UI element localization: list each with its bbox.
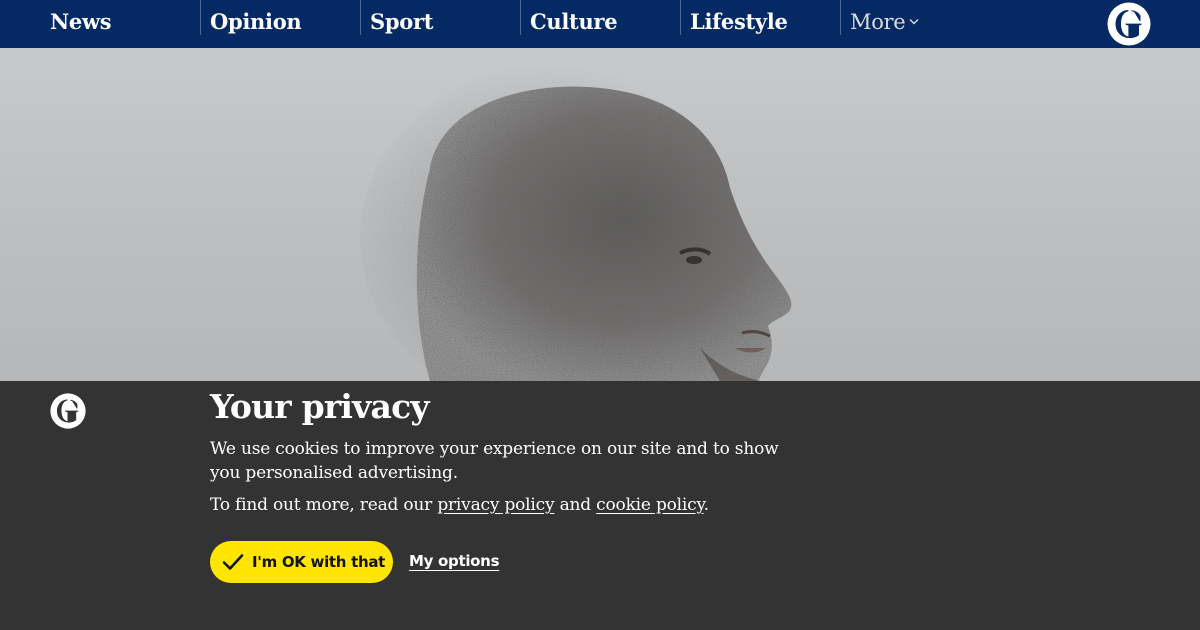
guardian-logo-icon xyxy=(50,393,86,429)
checkmark-icon xyxy=(222,554,244,570)
nav-item-sport[interactable]: Sport xyxy=(370,0,433,48)
accept-cookies-label: I'm OK with that xyxy=(252,553,386,571)
privacy-more-info: To find out more, read our privacy polic… xyxy=(210,493,709,517)
chevron-down-icon xyxy=(909,19,919,25)
privacy-policy-link[interactable]: privacy policy xyxy=(437,495,554,515)
accept-cookies-button[interactable]: I'm OK with that xyxy=(210,541,393,583)
privacy-title: Your privacy xyxy=(210,387,430,426)
nav-divider xyxy=(200,0,201,35)
grainy-portrait-image xyxy=(360,63,792,381)
top-navigation: News Opinion Sport Culture Lifestyle Mor… xyxy=(0,0,1200,48)
more-info-conjunction: and xyxy=(559,495,592,515)
nav-more-menu[interactable]: More xyxy=(850,0,919,48)
nav-more-label: More xyxy=(850,10,906,34)
nav-item-culture[interactable]: Culture xyxy=(530,0,618,48)
more-info-prefix: To find out more, read our xyxy=(210,495,433,515)
nav-divider xyxy=(360,0,361,35)
privacy-consent-banner: Your privacy We use cookies to improve y… xyxy=(0,381,1200,630)
nav-divider xyxy=(680,0,681,35)
cookie-policy-link[interactable]: cookie policy xyxy=(596,495,704,515)
guardian-logo-icon[interactable] xyxy=(1107,2,1151,46)
nav-divider xyxy=(520,0,521,35)
hero-image xyxy=(0,48,1200,381)
nav-item-news[interactable]: News xyxy=(50,0,112,48)
nav-item-opinion[interactable]: Opinion xyxy=(210,0,302,48)
more-info-suffix: . xyxy=(703,495,709,515)
privacy-description: We use cookies to improve your experienc… xyxy=(210,439,779,483)
nav-item-lifestyle[interactable]: Lifestyle xyxy=(690,0,788,48)
nav-divider xyxy=(840,0,841,35)
my-options-button[interactable]: My options xyxy=(409,552,500,570)
